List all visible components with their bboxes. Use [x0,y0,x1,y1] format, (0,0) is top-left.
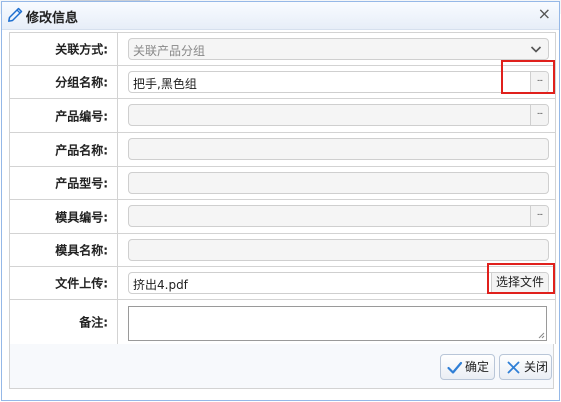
remarks-label: 备注: [10,300,118,344]
chevron-down-icon [530,46,542,53]
mold-name-field[interactable] [128,239,549,261]
form-row-group-name: 分组名称: 把手,黑色组 ... [10,66,555,99]
mold-name-label: 模具名称: [10,234,118,266]
product-code-label: 产品编号: [10,99,118,132]
close-label: 关闭 [524,360,549,374]
remarks-textarea[interactable] [128,306,547,341]
form-row-product-model: 产品型号: [10,167,555,200]
dialog-titlebar[interactable]: 修改信息 × [2,2,559,30]
form-row-product-code: 产品编号: ... [10,99,555,133]
group-name-field[interactable]: 把手,黑色组 ... [128,71,549,93]
file-upload-label: 文件上传: [10,267,118,299]
check-icon [447,361,463,374]
mold-code-browse-button[interactable]: ... [530,206,548,226]
form-row-association: 关联方式: 关联产品分组 [10,33,555,66]
dialog-footer: 确定 关闭 [9,344,554,389]
group-name-label: 分组名称: [10,66,118,98]
mold-code-label: 模具编号: [10,200,118,233]
product-name-field[interactable] [128,138,549,160]
edit-form: 关联方式: 关联产品分组 分组名称: 把手,黑色组 ... 产品编号: ... [9,32,556,344]
association-label: 关联方式: [10,33,118,65]
product-name-label: 产品名称: [10,133,118,166]
association-select[interactable]: 关联产品分组 [128,38,549,60]
file-upload-value: 挤出4.pdf [133,278,188,292]
mold-code-field[interactable]: ... [128,205,549,227]
form-row-mold-code: 模具编号: ... [10,200,555,234]
group-name-value: 把手,黑色组 [133,77,197,91]
form-row-file-upload: 文件上传: 挤出4.pdf 选择文件 [10,267,555,300]
confirm-button[interactable]: 确定 [440,354,495,380]
edit-info-dialog: 修改信息 × 关联方式: 关联产品分组 分组名称: 把手,黑色组 ... 产品编… [1,1,560,401]
resize-handle-icon[interactable] [537,331,545,339]
product-model-label: 产品型号: [10,167,118,199]
confirm-label: 确定 [465,360,490,374]
form-row-product-name: 产品名称: [10,133,555,167]
close-x-icon [507,361,520,374]
form-row-remarks: 备注: [10,300,555,344]
product-code-field[interactable]: ... [128,104,549,126]
file-upload-field[interactable]: 挤出4.pdf 选择文件 [128,272,549,294]
product-code-browse-button[interactable]: ... [530,105,548,125]
highlight-box-choose-file [487,263,555,294]
form-row-mold-name: 模具名称: [10,234,555,267]
product-model-field[interactable] [128,172,549,194]
highlight-box-group-browse [501,60,555,94]
close-button[interactable]: 关闭 [499,354,552,380]
close-x-icon[interactable]: × [538,6,551,22]
dialog-title: 修改信息 [26,11,79,26]
association-value: 关联产品分组 [133,44,206,58]
pencil-edit-icon [8,7,23,22]
